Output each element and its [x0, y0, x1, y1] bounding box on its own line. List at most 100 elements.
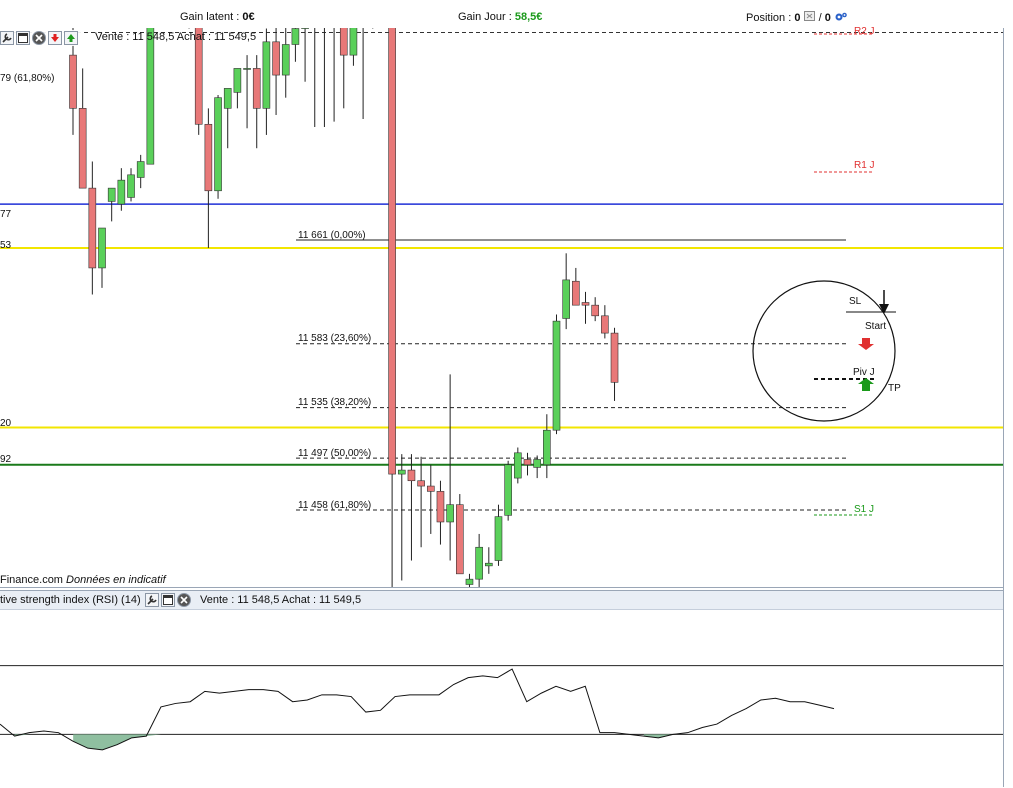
gain-latent-label: Gain latent :: [180, 11, 243, 23]
rsi-close-icon[interactable]: [176, 593, 191, 607]
candle-40: [455, 494, 464, 575]
fib-label-38: 11 535 (38,20%): [298, 397, 372, 408]
candle-23: [291, 28, 300, 62]
sell-arrow-icon[interactable]: [48, 31, 62, 45]
candle-body-39: [446, 504, 454, 523]
candle-body-56: [610, 332, 619, 383]
edge-label-yellow-bottom: 20: [0, 418, 12, 429]
candle-15: [214, 95, 222, 199]
candle-body-29: [349, 28, 358, 56]
buy-arrow-icon[interactable]: [64, 31, 78, 45]
candle-body-35: [407, 469, 416, 482]
candle-body-22: [281, 44, 290, 76]
wrench-icon[interactable]: [0, 31, 14, 45]
candle-body-6: [127, 174, 135, 198]
gear-icon[interactable]: [834, 11, 848, 23]
candle-body-52: [572, 280, 580, 306]
candle-52: [572, 267, 580, 306]
candle-21: [272, 28, 280, 115]
gain-jour-label: Gain Jour :: [458, 11, 515, 23]
candle-body-45: [504, 464, 512, 516]
position-separator: /: [818, 12, 822, 24]
candle-54: [591, 297, 599, 322]
status-bar: Gain latent : 0€ Gain Jour : 58,5€ Posit…: [0, 0, 1013, 29]
gain-jour: Gain Jour : 58,5€: [458, 11, 542, 23]
candle-body-15: [214, 97, 222, 192]
candle-20: [262, 28, 271, 135]
candle-38: [436, 480, 445, 545]
candle-24: [301, 28, 309, 82]
candle-25: [314, 28, 316, 127]
candle-14: [204, 108, 213, 248]
close-icon[interactable]: [32, 31, 46, 45]
candle-7: [136, 154, 145, 189]
rsi-chart[interactable]: [0, 610, 1003, 788]
candle-37: [426, 464, 435, 534]
candle-body-21: [272, 41, 280, 76]
candle-34: [397, 454, 406, 581]
gain-latent: Gain latent : 0€: [180, 11, 255, 23]
candle-body-55: [601, 315, 609, 334]
candle-12: [188, 28, 190, 29]
candle-body-5: [117, 179, 126, 205]
candle-body-3: [98, 227, 106, 269]
rsi-title: tive strength index (RSI) (14): [0, 594, 141, 606]
fib-label-61: 11 458 (61,80%): [298, 500, 372, 511]
candle-28: [339, 28, 348, 109]
rsi-window-icon[interactable]: [160, 593, 175, 607]
pivot-s1-label: S1 J: [854, 504, 875, 515]
candle-55: [601, 305, 609, 339]
chart-toolbar: [0, 30, 82, 46]
position-detail-icon[interactable]: [803, 11, 816, 22]
window-icon[interactable]: [16, 31, 30, 45]
candle-body-54: [591, 304, 599, 317]
price-chart[interactable]: [0, 28, 1003, 587]
candle-body-43: [485, 562, 493, 567]
candle-body-20: [262, 41, 271, 109]
position: Position : 0 / 0: [746, 11, 848, 24]
candle-body-23: [291, 28, 300, 45]
candle-42: [475, 533, 483, 587]
candle-35: [407, 454, 416, 561]
gain-latent-value: 0€: [242, 11, 255, 23]
candle-39: [446, 374, 454, 561]
rsi-panel[interactable]: tive strength index (RSI) (14) Vente : 1…: [0, 590, 1003, 788]
candle-body-37: [426, 485, 435, 492]
rsi-oversold-fill: [14, 734, 674, 750]
fib-label-0: 11 661 (0,00%): [298, 230, 366, 241]
candle-2: [88, 161, 97, 295]
candle-48: [533, 455, 541, 479]
watermark-note: Données en indicatif: [66, 574, 166, 586]
candle-51: [562, 253, 570, 330]
rsi-header: tive strength index (RSI) (14) Vente : 1…: [0, 591, 1003, 610]
candle-body-46: [514, 452, 522, 479]
candle-43: [485, 547, 493, 574]
candle-5: [117, 168, 126, 211]
candle-body-48: [533, 459, 541, 468]
candle-50: [552, 314, 561, 435]
candle-body-33: [388, 28, 396, 475]
candle-27: [333, 28, 335, 122]
candle-36: [417, 456, 425, 548]
candle-47: [523, 452, 532, 476]
candle-46: [514, 447, 522, 484]
tp-label: TP: [888, 383, 901, 394]
candle-49: [543, 414, 551, 479]
watermark-brand: Finance.com: [0, 574, 63, 586]
candle-body-2: [88, 187, 97, 269]
candle-41: [465, 573, 474, 587]
candle-3: [98, 227, 106, 288]
rsi-wrench-icon[interactable]: [144, 593, 159, 607]
candle-body-24: [301, 28, 309, 29]
candle-16: [223, 88, 232, 149]
candle-19: [252, 55, 261, 149]
candle-56: [610, 327, 619, 401]
candle-body-7: [136, 161, 145, 178]
rsi-quote: Vente : 11 548,5 Achat : 11 549,5: [200, 594, 362, 606]
edge-label-yellow-top: 53: [0, 240, 12, 251]
candle-44: [494, 504, 503, 566]
edge-label-green: 92: [0, 454, 12, 465]
candle-26: [323, 28, 325, 127]
candle-30: [362, 28, 364, 119]
candle-33: [388, 28, 396, 587]
